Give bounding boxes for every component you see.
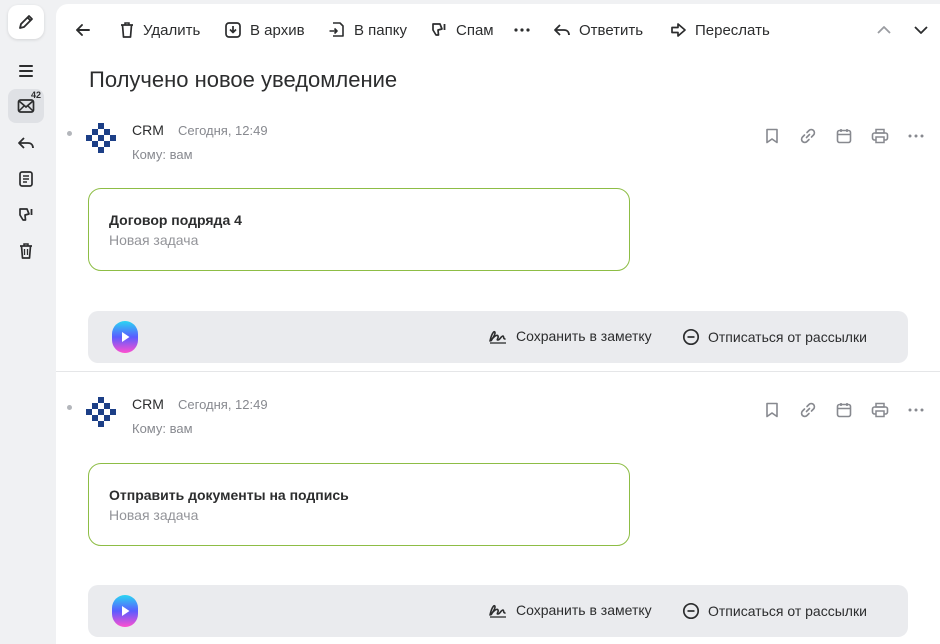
trash-icon [121,22,133,38]
compose-button[interactable] [8,5,44,39]
message-time: Сегодня, 12:49 [178,123,268,138]
inbox-icon [17,99,35,113]
task-title: Отправить документы на подпись [109,487,349,503]
forward-label: Переслать [695,21,770,39]
calendar-button[interactable] [834,400,854,420]
hamburger-icon [19,65,33,77]
chevron-down-icon [914,26,928,34]
task-card[interactable]: Договор подряда 4 Новая задача [88,188,630,271]
sent-folder-button[interactable] [8,126,44,160]
more-horizontal-icon [908,134,924,138]
more-horizontal-icon [908,408,924,412]
save-to-note-button[interactable]: Сохранить в заметку [488,328,652,344]
spam-button[interactable]: Спам [430,18,494,42]
bookmark-button[interactable] [762,126,782,146]
drafts-folder-button[interactable] [8,162,44,196]
spam-folder-button[interactable] [8,198,44,232]
minus-circle-icon [682,328,700,346]
task-title: Договор подряда 4 [109,212,242,228]
reply-button[interactable]: Ответить [553,18,643,42]
message-actions [762,400,926,420]
more-actions-button[interactable] [513,18,531,42]
archive-icon [225,22,241,38]
sender-avatar[interactable] [84,123,118,157]
trash-icon [20,243,32,259]
assistant-logo-icon[interactable] [112,595,138,627]
minus-circle-icon [682,602,700,620]
message-time: Сегодня, 12:49 [178,397,268,412]
next-message-button[interactable] [913,18,929,42]
calendar-button[interactable] [834,126,854,146]
spam-icon [19,208,33,221]
save-to-note-label: Сохранить в заметку [516,328,652,344]
message-footer-bar: Сохранить в заметку Отписаться от рассыл… [88,585,908,637]
bookmark-button[interactable] [762,400,782,420]
unsubscribe-label: Отписаться от рассылки [708,329,867,345]
archive-label: В архив [250,21,305,39]
sender-name[interactable]: CRM [132,122,164,138]
unsubscribe-button[interactable]: Отписаться от рассылки [682,602,867,620]
document-icon [19,171,33,187]
spam-icon [432,23,446,36]
assistant-logo-icon[interactable] [112,321,138,353]
calendar-icon [836,403,852,418]
bookmark-icon [766,402,778,418]
recipient-line[interactable]: Кому: вам [132,147,193,162]
signature-icon [489,604,506,618]
unread-dot[interactable] [67,405,72,410]
forward-icon [671,23,686,37]
signature-icon [489,330,506,344]
more-horizontal-icon [514,28,530,32]
copy-link-button[interactable] [798,400,818,420]
spam-label: Спам [456,21,494,39]
archive-button[interactable]: В архив [224,18,305,42]
reply-label: Ответить [579,21,644,39]
back-button[interactable] [74,18,92,42]
sender-name[interactable]: CRM [132,396,164,412]
sender-avatar[interactable] [84,397,118,431]
menu-button[interactable] [8,54,44,88]
save-to-note-label: Сохранить в заметку [516,602,652,618]
message-view: Удалить В архив В папку Спам Ответить Пе… [56,4,940,644]
chevron-up-icon [877,26,891,34]
copy-link-button[interactable] [798,126,818,146]
forward-button[interactable]: Переслать [669,18,770,42]
move-to-folder-button[interactable]: В папку [328,18,407,42]
delete-label: Удалить [143,21,201,39]
unread-dot[interactable] [67,131,72,136]
delete-button[interactable]: Удалить [119,18,200,42]
inbox-unread-count: 42 [30,90,41,100]
left-rail: 42 [0,0,52,644]
link-icon [800,128,816,144]
arrow-left-icon [76,24,90,36]
task-subtitle: Новая задача [109,507,199,523]
link-icon [800,402,816,418]
trash-folder-button[interactable] [8,234,44,268]
message-toolbar: Удалить В архив В папку Спам Ответить Пе… [56,4,940,56]
message-actions [762,126,926,146]
move-folder-icon [329,22,344,37]
bookmark-icon [766,128,778,144]
recipient-line[interactable]: Кому: вам [132,421,193,436]
reply-icon [554,24,570,36]
task-subtitle: Новая задача [109,232,199,248]
message-footer-bar: Сохранить в заметку Отписаться от рассыл… [88,311,908,363]
folder-label: В папку [354,21,407,39]
task-card[interactable]: Отправить документы на подпись Новая зад… [88,463,630,546]
calendar-icon [836,129,852,144]
message-more-button[interactable] [906,126,926,146]
message-divider [56,371,940,372]
message-more-button[interactable] [906,400,926,420]
unsubscribe-label: Отписаться от рассылки [708,603,867,619]
printer-icon [871,402,889,418]
reply-icon [18,137,34,149]
message-subject: Получено новое уведомление [89,67,398,92]
unsubscribe-button[interactable]: Отписаться от рассылки [682,328,867,346]
pencil-icon [19,15,33,29]
save-to-note-button[interactable]: Сохранить в заметку [488,602,652,618]
previous-message-button[interactable] [876,18,892,42]
print-button[interactable] [870,400,890,420]
print-button[interactable] [870,126,890,146]
printer-icon [871,128,889,144]
